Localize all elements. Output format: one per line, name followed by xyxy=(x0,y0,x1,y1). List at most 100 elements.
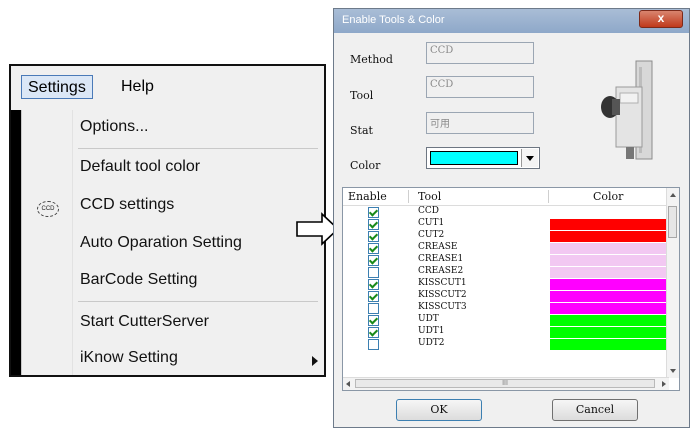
menu-left-edge xyxy=(11,110,21,375)
tool-color-cell[interactable] xyxy=(550,291,669,302)
tool-color-cell[interactable] xyxy=(550,243,669,254)
table-row[interactable]: UDT1 xyxy=(343,326,669,338)
tool-color-cell[interactable] xyxy=(550,267,669,278)
menu-settings[interactable]: Settings xyxy=(21,75,93,99)
tool-color-cell[interactable] xyxy=(550,315,669,326)
enable-checkbox[interactable] xyxy=(368,303,379,314)
table-row[interactable]: UDT xyxy=(343,314,669,326)
menu-item-label: CCD settings xyxy=(80,196,175,213)
tool-color-cell[interactable] xyxy=(550,327,669,338)
menu-item-options[interactable]: Options... xyxy=(22,114,325,144)
menu-item-iknow-setting[interactable]: iKnow Setting xyxy=(22,345,325,375)
menu-item-label: Default tool color xyxy=(80,158,201,175)
header-enable[interactable]: Enable xyxy=(348,190,387,203)
tool-color-cell[interactable] xyxy=(550,231,669,242)
tool-color-cell[interactable] xyxy=(550,303,669,314)
menu-item-label: Start CutterServer xyxy=(80,313,209,330)
table-row[interactable]: CUT2 xyxy=(343,230,669,242)
menu-help[interactable]: Help xyxy=(115,75,160,99)
menu-item-start-cutterserver[interactable]: Start CutterServer xyxy=(22,309,325,339)
ccd-icon: CCD xyxy=(37,201,59,217)
tool-name: KISSCUT2 xyxy=(418,290,467,300)
scroll-thumb[interactable] xyxy=(668,206,677,238)
enable-tools-color-dialog: Enable Tools & Color x Method CCD Tool C… xyxy=(333,8,690,428)
color-swatch xyxy=(430,151,518,165)
tool-name: CREASE2 xyxy=(418,266,464,276)
close-button[interactable]: x xyxy=(639,10,683,28)
tool-color-cell[interactable] xyxy=(550,339,669,350)
table-row[interactable]: KISSCUT2 xyxy=(343,290,669,302)
tool-name: UDT1 xyxy=(418,326,445,336)
scroll-down-icon[interactable] xyxy=(670,369,676,373)
menubar: Settings Help xyxy=(11,66,324,110)
tool-name: CUT2 xyxy=(418,230,445,240)
menu-item-barcode-setting[interactable]: BarCode Setting xyxy=(22,267,325,297)
menu-item-label: Options... xyxy=(80,118,149,135)
scroll-right-icon[interactable] xyxy=(662,381,666,387)
cancel-button[interactable]: Cancel xyxy=(552,399,638,421)
tool-name: CCD xyxy=(418,206,439,216)
scroll-left-icon[interactable] xyxy=(346,381,350,387)
vertical-scrollbar[interactable] xyxy=(666,188,679,378)
dialog-title: Enable Tools & Color xyxy=(342,14,445,26)
enable-checkbox[interactable] xyxy=(368,255,379,266)
enable-checkbox[interactable] xyxy=(368,219,379,230)
tools-table: Enable Tool Color CCD CUT1 CUT2 CREASE CREAS… xyxy=(342,187,680,391)
method-field: CCD xyxy=(426,42,534,64)
tool-name: CUT1 xyxy=(418,218,445,228)
menu-item-label: iKnow Setting xyxy=(80,349,178,366)
table-row[interactable]: KISSCUT3 xyxy=(343,302,669,314)
enable-checkbox[interactable] xyxy=(368,207,379,218)
table-row[interactable]: CREASE1 xyxy=(343,254,669,266)
tool-name: UDT2 xyxy=(418,338,445,348)
dialog-titlebar[interactable]: Enable Tools & Color x xyxy=(334,9,689,33)
color-select[interactable] xyxy=(426,147,540,169)
tool-color-cell[interactable] xyxy=(550,207,669,218)
scroll-thumb[interactable]: III xyxy=(355,379,655,388)
menu-item-default-tool-color[interactable]: Default tool color xyxy=(22,154,325,184)
tool-field: CCD xyxy=(426,76,534,98)
color-label: Color xyxy=(350,159,381,172)
menu-item-ccd-settings[interactable]: CCD CCD settings xyxy=(22,192,325,222)
table-row[interactable]: CCD xyxy=(343,206,669,218)
ok-button[interactable]: OK xyxy=(396,399,482,421)
header-color[interactable]: Color xyxy=(593,190,623,203)
tool-color-cell[interactable] xyxy=(550,219,669,230)
table-row[interactable]: KISSCUT1 xyxy=(343,278,669,290)
tool-color-cell[interactable] xyxy=(550,279,669,290)
enable-checkbox[interactable] xyxy=(368,291,379,302)
header-divider xyxy=(408,190,409,203)
submenu-arrow-icon xyxy=(312,356,318,366)
menu-separator xyxy=(78,301,318,302)
tool-name: UDT xyxy=(418,314,439,324)
stat-field: 可用 xyxy=(426,112,534,134)
table-row[interactable]: UDT2 xyxy=(343,338,669,350)
table-row[interactable]: CREASE2 xyxy=(343,266,669,278)
header-tool[interactable]: Tool xyxy=(418,190,441,203)
chevron-down-icon[interactable] xyxy=(521,149,538,167)
enable-checkbox[interactable] xyxy=(368,243,379,254)
settings-menu-panel: Settings Help Options... Default tool co… xyxy=(9,64,326,377)
ccd-tool-image xyxy=(601,60,653,160)
tool-name: KISSCUT3 xyxy=(418,302,467,312)
table-header: Enable Tool Color xyxy=(343,188,669,206)
method-label: Method xyxy=(350,53,393,66)
header-divider xyxy=(548,190,549,203)
tool-name: CREASE xyxy=(418,242,458,252)
enable-checkbox[interactable] xyxy=(368,279,379,290)
settings-dropdown: Options... Default tool color CCD CCD se… xyxy=(21,110,324,375)
tool-name: CREASE1 xyxy=(418,254,464,264)
menu-item-auto-operation-setting[interactable]: Auto Oparation Setting xyxy=(22,230,325,260)
tool-name: KISSCUT1 xyxy=(418,278,467,288)
horizontal-scrollbar[interactable]: III xyxy=(343,377,669,390)
table-row[interactable]: CUT1 xyxy=(343,218,669,230)
tool-color-cell[interactable] xyxy=(550,255,669,266)
enable-checkbox[interactable] xyxy=(368,327,379,338)
scroll-up-icon[interactable] xyxy=(670,193,676,197)
tool-label: Tool xyxy=(350,89,374,102)
enable-checkbox[interactable] xyxy=(368,231,379,242)
enable-checkbox[interactable] xyxy=(368,315,379,326)
enable-checkbox[interactable] xyxy=(368,339,379,350)
enable-checkbox[interactable] xyxy=(368,267,379,278)
table-row[interactable]: CREASE xyxy=(343,242,669,254)
